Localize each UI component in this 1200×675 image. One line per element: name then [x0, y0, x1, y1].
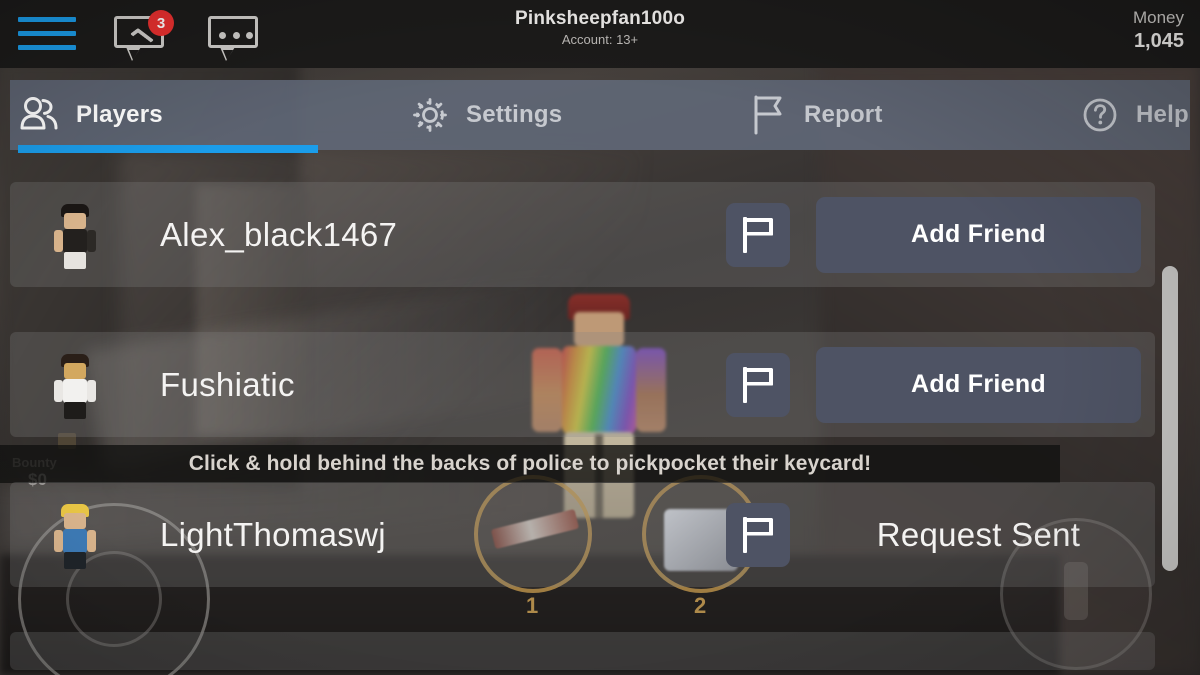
- avatar-arm-right: [87, 529, 96, 552]
- user-info: Pinksheepfan100o Account: 13+: [0, 8, 1200, 47]
- flag-cloth: [746, 217, 773, 236]
- avatar-arm-right: [87, 379, 96, 402]
- avatar-arm-right: [87, 229, 96, 252]
- people-icon: [18, 94, 60, 136]
- tab-players[interactable]: Players: [18, 80, 318, 153]
- report-player-button[interactable]: [726, 502, 790, 567]
- avatar-legs: [64, 251, 86, 269]
- avatar-head: [64, 212, 86, 229]
- avatar-torso: [63, 378, 87, 403]
- avatar-arm-left: [54, 529, 63, 552]
- tab-help[interactable]: Help: [1080, 80, 1200, 150]
- player-list: Alex_black1467 Add Friend Fushiatic Add …: [10, 182, 1155, 670]
- tab-settings-label: Settings: [466, 101, 563, 128]
- player-name: LightThomaswj: [160, 515, 386, 553]
- tab-settings[interactable]: Settings: [410, 80, 660, 150]
- avatar-figure: [52, 353, 98, 419]
- flag-icon: [750, 94, 788, 136]
- request-sent-status: Request Sent: [876, 515, 1081, 553]
- avatar-head: [64, 512, 86, 529]
- add-friend-button[interactable]: Add Friend: [816, 346, 1141, 423]
- tab-players-label: Players: [76, 101, 163, 128]
- player-name: Alex_black1467: [160, 215, 398, 253]
- flag-icon: [743, 516, 773, 553]
- money-label: Money: [1132, 8, 1184, 27]
- player-name: Fushiatic: [160, 365, 295, 403]
- table-row[interactable]: LightThomaswj Request Sent: [10, 482, 1155, 587]
- add-friend-label: Add Friend: [911, 220, 1046, 248]
- avatar: [38, 498, 112, 572]
- avatar-arm-left: [54, 379, 63, 402]
- avatar-arm-left: [54, 229, 63, 252]
- money-value: 1,045: [1133, 30, 1184, 52]
- avatar-legs: [64, 401, 86, 419]
- avatar-torso: [63, 228, 87, 253]
- flag-cloth: [746, 367, 773, 386]
- add-friend-label: Add Friend: [911, 370, 1046, 398]
- money-display: Money 1,045: [1133, 8, 1184, 53]
- account-age-label: Account: 13+: [561, 32, 639, 47]
- report-player-button[interactable]: [726, 202, 790, 267]
- table-row[interactable]: [10, 632, 1155, 670]
- tab-report-label: Report: [804, 101, 883, 128]
- avatar-figure: [52, 503, 98, 569]
- avatar-figure: [52, 203, 98, 269]
- username-label: Pinksheepfan100o: [514, 8, 686, 29]
- avatar-head: [64, 362, 86, 379]
- table-row[interactable]: Fushiatic Add Friend: [10, 332, 1155, 437]
- flag-cloth: [746, 517, 773, 536]
- report-player-button[interactable]: [726, 352, 790, 417]
- avatar-legs: [64, 551, 86, 569]
- gear-icon: [410, 95, 450, 135]
- question-mark-circle-icon: [1080, 95, 1120, 135]
- flag-icon: [743, 216, 773, 253]
- tab-help-label: Help: [1136, 101, 1189, 128]
- tab-active-underline: [18, 145, 318, 153]
- scrollbar-track[interactable]: [1162, 182, 1178, 632]
- add-friend-button[interactable]: Add Friend: [816, 196, 1141, 273]
- roblox-game-screen: 1 2 Bounty $0 Click & hold behind the ba…: [0, 0, 1200, 675]
- tab-report[interactable]: Report: [750, 80, 980, 150]
- table-row[interactable]: Alex_black1467 Add Friend: [10, 182, 1155, 287]
- flag-icon: [743, 366, 773, 403]
- top-bar: 3 Pinksheepfan100o Account: 13+ Money 1,…: [0, 0, 1200, 68]
- chat-notification-badge: 3: [148, 10, 174, 36]
- menu-tab-bar: Players Settings Report Help: [10, 80, 1190, 153]
- avatar: [38, 348, 112, 422]
- avatar-torso: [63, 528, 87, 553]
- scrollbar-thumb[interactable]: [1162, 266, 1178, 571]
- avatar: [38, 198, 112, 272]
